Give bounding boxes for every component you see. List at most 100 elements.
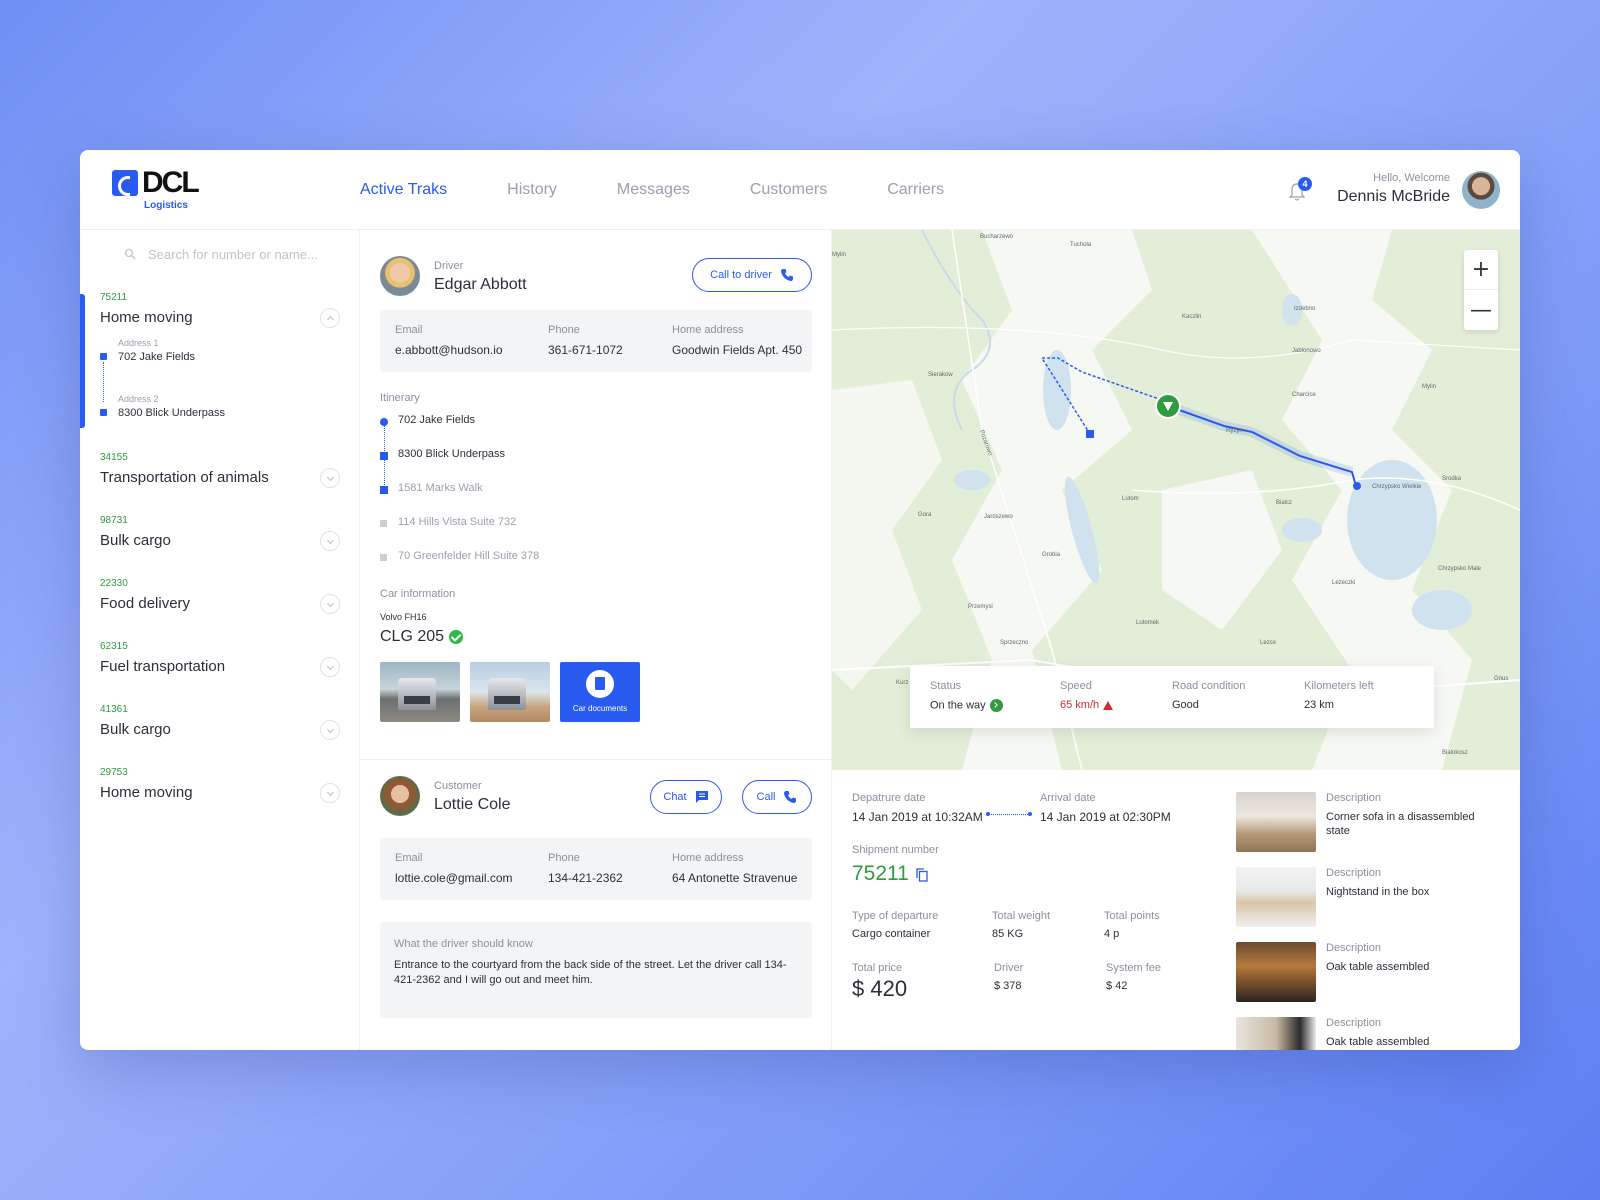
order-title: Food delivery	[100, 595, 191, 612]
km-left-label: Kilometers left	[1304, 680, 1374, 692]
total-points-value: 4 p	[1104, 928, 1120, 940]
notifications-button[interactable]: 4	[1288, 177, 1312, 202]
phone-value[interactable]: 361-671-1072	[548, 343, 623, 357]
search-input[interactable]	[148, 246, 328, 262]
order-title: Home moving	[100, 784, 193, 801]
cargo-item[interactable]: Description Oak table assembled	[1236, 1017, 1520, 1050]
item-description-label: Description	[1326, 792, 1382, 804]
order-item-62315[interactable]: 62315 Fuel transportation	[100, 641, 340, 677]
zoom-out-button[interactable]: —	[1464, 290, 1498, 330]
address-label: Address 1	[118, 338, 159, 348]
search-icon	[124, 248, 136, 260]
map-town-label: Gnus	[1494, 676, 1509, 682]
order-id: 75211	[100, 292, 128, 303]
email-value[interactable]: lottie.cole@gmail.com	[395, 871, 513, 885]
driver-role-label: Driver	[434, 260, 464, 272]
email-value[interactable]: e.abbott@hudson.io	[395, 343, 503, 357]
zoom-in-button[interactable]: +	[1464, 250, 1498, 290]
address-value: 702 Jake Fields	[118, 351, 196, 363]
car-documents-button[interactable]: Car documents	[560, 662, 640, 722]
order-item-41361[interactable]: 41361 Bulk cargo	[100, 704, 340, 740]
stop-address: 702 Jake Fields	[398, 414, 476, 426]
map-town-label: Przemysl	[968, 604, 993, 610]
phone-value[interactable]: 134-421-2362	[548, 871, 623, 885]
nav-customers[interactable]: Customers	[750, 181, 827, 199]
cargo-item[interactable]: Description Oak table assembled	[1236, 942, 1520, 1004]
map-town-label: Jaroszewo	[984, 514, 1013, 520]
stop-address: 1581 Marks Walk	[398, 482, 483, 494]
itinerary-stop: 1581 Marks Walk	[380, 482, 680, 498]
call-customer-button[interactable]: Call	[742, 780, 812, 814]
item-description: Nightstand in the box	[1326, 886, 1430, 898]
arrow-right-icon	[989, 699, 1003, 712]
driver-email: Email e.abbott@hudson.io	[395, 324, 503, 357]
main-nav: Active Traks History Messages Customers …	[360, 150, 1004, 230]
chevron-down-icon[interactable]	[320, 720, 340, 740]
chat-label: Chat	[663, 791, 687, 803]
orders-sidebar: 75211 Home moving Address 1 702 Jake Fie…	[80, 230, 360, 1050]
nav-messages[interactable]: Messages	[617, 181, 690, 199]
order-id: 62315	[100, 641, 128, 652]
brand-subtitle: Logistics	[144, 200, 188, 211]
logo-mark-icon	[112, 170, 138, 196]
total-points-label: Total points	[1104, 910, 1160, 922]
order-id: 34155	[100, 452, 128, 463]
nav-history[interactable]: History	[507, 181, 557, 199]
order-item-34155[interactable]: 34155 Transportation of animals	[100, 452, 340, 488]
truck-photo-2[interactable]	[470, 662, 550, 722]
customer-avatar	[380, 776, 420, 816]
chevron-down-icon[interactable]	[320, 783, 340, 803]
user-avatar[interactable]	[1462, 171, 1500, 209]
phone-icon	[780, 269, 793, 281]
status-label: Status	[930, 680, 962, 692]
chevron-down-icon[interactable]	[320, 531, 340, 551]
chevron-up-icon[interactable]	[320, 308, 340, 328]
map-town-label: Lezce	[1260, 640, 1277, 646]
verified-check-icon	[449, 630, 463, 644]
order-item-22330[interactable]: 22330 Food delivery	[100, 578, 340, 614]
system-fee-label: System fee	[1106, 962, 1162, 974]
order-id: 22330	[100, 578, 128, 589]
customer-phone: Phone 134-421-2362	[548, 852, 623, 885]
nav-carriers[interactable]: Carriers	[887, 181, 944, 199]
system-fee-value: $ 42	[1106, 980, 1128, 992]
driver-note-label: What the driver should know	[394, 938, 533, 950]
road-condition-label: Road condition	[1172, 680, 1246, 692]
map-town-label: Chrzypsko Male	[1438, 566, 1482, 572]
address-marker-icon	[100, 409, 107, 416]
cargo-item[interactable]: Description Corner sofa in a disassemble…	[1236, 792, 1520, 854]
date-connector	[988, 814, 1030, 815]
copy-icon[interactable]	[916, 868, 928, 882]
order-title: Bulk cargo	[100, 532, 171, 549]
road-condition-field: Road condition Good	[1172, 680, 1245, 711]
driver-panel: Driver Edgar Abbott Call to driver Email…	[360, 230, 832, 760]
customer-email: Email lottie.cole@gmail.com	[395, 852, 513, 885]
driver-contact-box: Email e.abbott@hudson.io Phone 361-671-1…	[380, 310, 812, 372]
total-weight-value: 85 KG	[992, 928, 1024, 940]
map-town-label: Mylin	[1422, 384, 1437, 390]
truck-photo-1[interactable]	[380, 662, 460, 722]
chevron-down-icon[interactable]	[320, 468, 340, 488]
user-greeting: Hello, Welcome	[1373, 172, 1450, 184]
stop-address: 114 Hills Vista Suite 732	[398, 516, 517, 528]
order-address-1: Address 1 702 Jake Fields	[100, 338, 320, 402]
phone-icon	[784, 791, 797, 803]
order-item-75211[interactable]: 75211 Home moving Address 1 702 Jake Fie…	[100, 292, 340, 419]
call-driver-button[interactable]: Call to driver	[692, 258, 812, 292]
order-item-98731[interactable]: 98731 Bulk cargo	[100, 515, 340, 551]
cargo-item[interactable]: Description Nightstand in the box	[1236, 867, 1520, 929]
item-description-label: Description	[1326, 867, 1382, 879]
chat-button[interactable]: Chat	[650, 780, 722, 814]
warning-icon	[1103, 700, 1114, 710]
nav-active-traks[interactable]: Active Traks	[360, 181, 447, 199]
map-town-label: Lezeczki	[1332, 580, 1356, 586]
order-item-29753[interactable]: 29753 Home moving	[100, 767, 340, 803]
chevron-down-icon[interactable]	[320, 657, 340, 677]
stop-pending-icon	[380, 554, 387, 561]
brand-logo[interactable]: DCL Logistics	[112, 166, 222, 214]
address-marker-icon	[100, 353, 107, 360]
route-map[interactable]: Bucharzewo Tuchola Mylin Kaczlin Izdebno…	[832, 230, 1520, 770]
call-driver-label: Call to driver	[710, 269, 772, 281]
chevron-down-icon[interactable]	[320, 594, 340, 614]
user-name[interactable]: Dennis McBride	[1337, 188, 1450, 206]
